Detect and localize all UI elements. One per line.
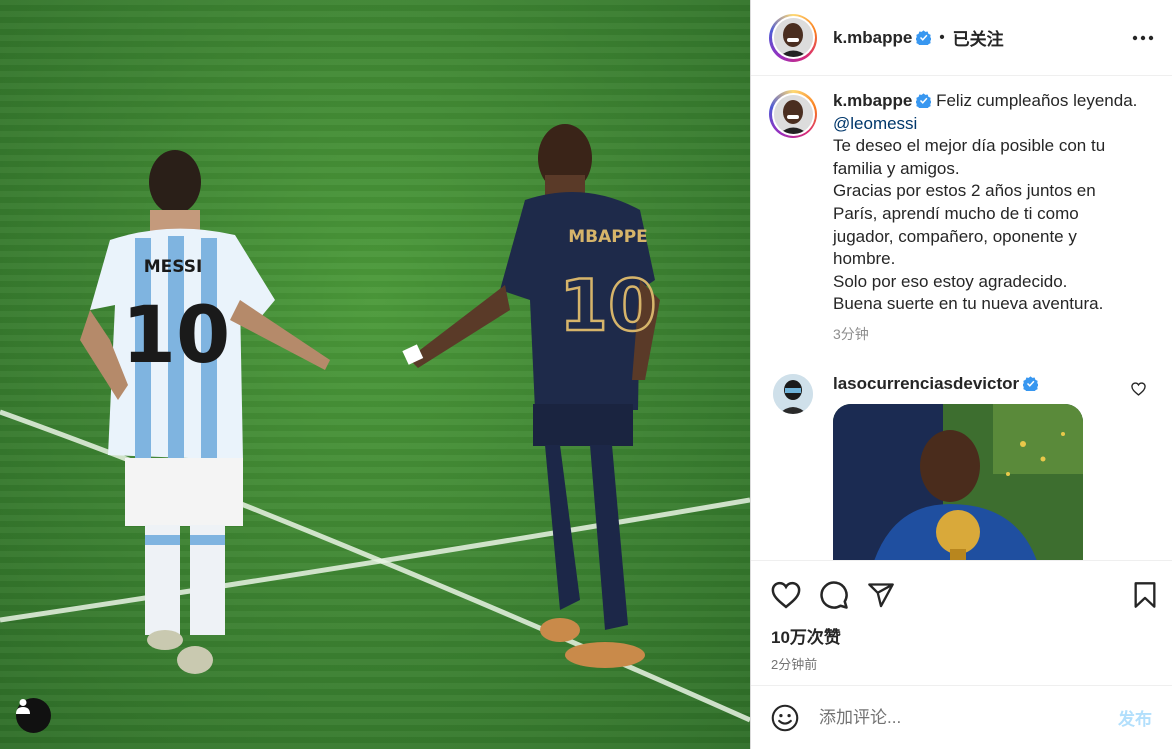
left-player-name: MESSI <box>144 257 203 277</box>
like-button[interactable] <box>771 581 801 609</box>
caption-line: Buena suerte en tu nueva aventura. <box>833 294 1104 314</box>
left-player-figure <box>80 150 330 674</box>
verified-icon <box>916 30 932 45</box>
post-comment-button[interactable]: 发布 <box>1118 705 1152 730</box>
follow-status-button[interactable]: 已关注 <box>953 25 1004 50</box>
comment-image[interactable] <box>833 403 1083 560</box>
commenter-username[interactable]: lasocurrenciasdevictor <box>833 374 1019 394</box>
post-side-panel: k.mbappe • 已关注 k.mbappe Feliz cumpleaños… <box>750 0 1172 749</box>
heart-icon <box>771 581 801 609</box>
caption-username[interactable]: k.mbappe <box>833 91 912 110</box>
left-player-number: 10 <box>122 291 231 381</box>
right-player-name: MBAPPE <box>568 227 648 247</box>
caption-line: Gracias por estos 2 años juntos en París… <box>833 181 1096 269</box>
user-tag-button[interactable] <box>16 698 51 733</box>
commenter-avatar[interactable] <box>773 373 813 414</box>
caption-time: 3分钟 <box>833 325 869 342</box>
emoji-button[interactable] <box>771 704 799 732</box>
caption-avatar[interactable] <box>769 90 817 138</box>
comment-input[interactable] <box>819 707 1118 728</box>
verified-icon <box>1023 376 1039 392</box>
author-avatar[interactable] <box>769 13 817 62</box>
post-header: k.mbappe • 已关注 <box>751 0 1172 76</box>
comment-button[interactable] <box>819 580 849 610</box>
right-player-number: 10 <box>559 265 656 347</box>
more-options-button[interactable] <box>1132 35 1154 41</box>
share-button[interactable] <box>867 581 895 609</box>
comment-item: lasocurrenciasdevictor <box>769 373 1154 560</box>
post-timestamp[interactable]: 2分钟前 <box>771 654 1152 673</box>
comment-icon <box>820 581 848 609</box>
caption-mention-link[interactable]: @leomessi <box>833 114 917 133</box>
comments-section[interactable]: k.mbappe Feliz cumpleaños leyenda. @leom… <box>751 76 1172 560</box>
caption-line: Te deseo el mejor día posible con tu fam… <box>833 136 1106 178</box>
comment-like-button[interactable] <box>1131 382 1146 401</box>
caption-text-intro: Feliz cumpleaños leyenda. <box>936 91 1138 110</box>
author-username[interactable]: k.mbappe <box>833 28 912 48</box>
separator-dot: • <box>939 29 945 46</box>
post-actions: 10万次赞 2分钟前 <box>751 560 1172 685</box>
like-count[interactable]: 10万次赞 <box>771 623 1152 648</box>
save-icon <box>1134 582 1156 608</box>
more-icon <box>1132 35 1154 40</box>
heart-icon <box>1131 382 1146 396</box>
emoji-icon <box>771 704 799 731</box>
verified-icon <box>916 93 932 108</box>
caption-line: Solo por eso estoy agradecido. <box>833 271 1068 291</box>
add-comment-bar: 发布 <box>751 685 1172 749</box>
save-button[interactable] <box>1132 581 1158 609</box>
share-icon <box>868 583 894 608</box>
post-caption: k.mbappe Feliz cumpleaños leyenda. @leom… <box>769 90 1154 344</box>
post-photo[interactable]: MESSI 10 MBAPPE 10 <box>0 0 750 749</box>
user-tag-icon <box>16 699 30 714</box>
photo-illustration: MESSI 10 MBAPPE 10 <box>0 124 750 723</box>
